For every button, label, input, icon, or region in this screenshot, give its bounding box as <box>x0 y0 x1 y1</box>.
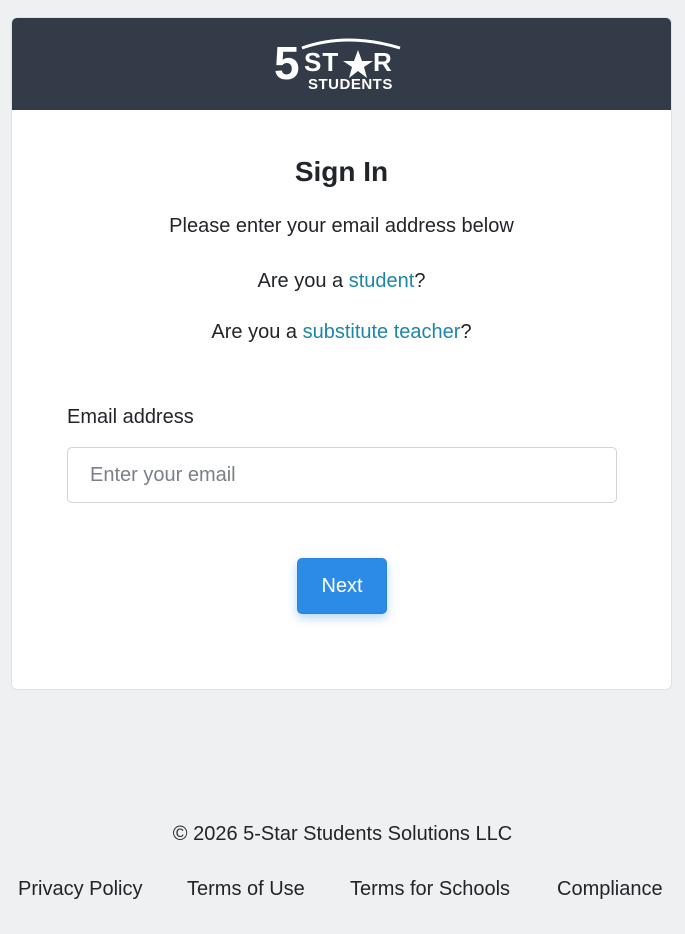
5-star-students-logo: 5 ST R STUDENTS <box>272 34 412 94</box>
student-link[interactable]: student <box>349 270 415 292</box>
next-button[interactable]: Next <box>297 558 387 614</box>
signin-card: 5 ST R STUDENTS Sign In Please enter you… <box>11 17 672 690</box>
star-logo-icon: 5 ST R STUDENTS <box>274 37 400 93</box>
privacy-policy-link[interactable]: Privacy Policy <box>18 878 142 901</box>
student-question-suffix: ? <box>414 270 426 292</box>
svg-text:STUDENTS: STUDENTS <box>308 76 393 93</box>
card-header: 5 ST R STUDENTS <box>12 18 671 110</box>
substitute-question-suffix: ? <box>460 321 472 343</box>
substitute-teacher-link[interactable]: substitute teacher <box>303 321 461 343</box>
logo-five: 5 <box>274 37 300 89</box>
svg-text:ST: ST <box>304 47 339 77</box>
svg-text:R: R <box>373 47 393 77</box>
compliance-link[interactable]: Compliance <box>557 878 663 901</box>
page-title: Sign In <box>294 156 389 187</box>
substitute-question-prefix: Are you a <box>211 321 303 343</box>
terms-for-schools-link[interactable]: Terms for Schools <box>350 878 510 901</box>
email-label: Email address <box>67 406 194 428</box>
student-question-prefix: Are you a <box>257 270 349 292</box>
footer-copyright: © 2026 5-Star Students Solutions LLC <box>172 823 513 845</box>
star-icon <box>342 50 373 78</box>
terms-of-use-link[interactable]: Terms of Use <box>187 878 305 901</box>
student-question: Are you a student? <box>12 270 671 293</box>
substitute-question: Are you a substitute teacher? <box>12 321 671 344</box>
signin-instructions: Please enter your email address below <box>169 215 514 237</box>
email-input[interactable] <box>67 447 617 503</box>
